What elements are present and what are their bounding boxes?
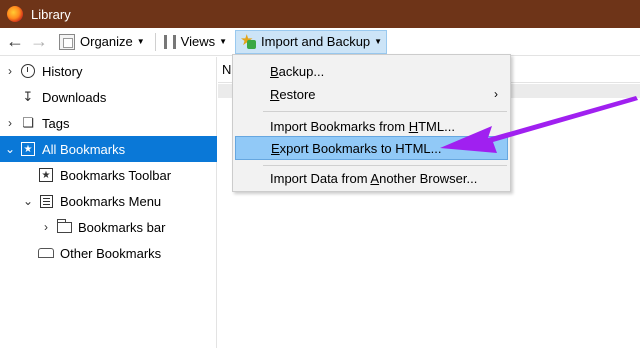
views-button[interactable]: Views ▼ bbox=[160, 30, 231, 54]
clock-icon bbox=[20, 63, 36, 79]
sidebar-item-label: History bbox=[42, 63, 83, 79]
sidebar-item-label: Bookmarks Toolbar bbox=[60, 167, 172, 183]
menu-item-label: Backup... bbox=[270, 63, 325, 79]
organize-button[interactable]: Organize ▼ bbox=[55, 30, 149, 54]
organize-icon bbox=[59, 33, 75, 50]
sidebar-item-bookmarks-menu[interactable]: ⌄ Bookmarks Menu bbox=[0, 188, 217, 214]
menu-item-backup[interactable]: Backup... bbox=[235, 59, 508, 83]
menu-item-export-html[interactable]: Export Bookmarks to HTML... bbox=[235, 136, 508, 160]
caret-down-icon: ▼ bbox=[374, 37, 383, 46]
tag-icon: ❏ bbox=[22, 115, 34, 130]
toolbar: ← → Organize ▼ Views ▼ ★ Import and Back… bbox=[0, 28, 640, 56]
chevron-right-icon[interactable]: › bbox=[4, 116, 16, 130]
import-backup-menu: Backup... Restore › Import Bookmarks fro… bbox=[232, 54, 511, 192]
caret-down-icon: ▼ bbox=[136, 37, 145, 46]
sidebar-item-other-bookmarks[interactable]: Other Bookmarks bbox=[0, 240, 217, 266]
download-icon: ↧ bbox=[22, 89, 34, 104]
sidebar-item-label: Bookmarks bar bbox=[78, 219, 166, 235]
title-bar: Library bbox=[0, 0, 640, 28]
star-icon: ★ bbox=[38, 167, 54, 183]
tray-icon bbox=[38, 245, 54, 261]
menu-item-import-browser[interactable]: Import Data from Another Browser... bbox=[235, 166, 508, 190]
sidebar-item-history[interactable]: › History bbox=[0, 58, 217, 84]
firefox-logo-icon bbox=[7, 6, 23, 22]
arrow-right-icon: → bbox=[30, 31, 48, 51]
folder-icon bbox=[56, 218, 72, 235]
back-button[interactable]: ← bbox=[3, 30, 27, 54]
menu-item-label: Restore bbox=[270, 86, 316, 102]
import-backup-label: Import and Backup bbox=[261, 34, 371, 49]
star-icon: ★ bbox=[20, 141, 36, 157]
sidebar-item-bookmarks-bar[interactable]: › Bookmarks bar bbox=[0, 214, 217, 240]
list-icon bbox=[38, 193, 54, 209]
sidebar-item-label: Bookmarks Menu bbox=[60, 193, 162, 209]
views-icon bbox=[163, 34, 176, 49]
chevron-right-icon: › bbox=[494, 87, 498, 101]
menu-item-label: Import Bookmarks from HTML... bbox=[270, 118, 455, 134]
sidebar-item-label: All Bookmarks bbox=[42, 141, 126, 157]
window-title: Library bbox=[31, 6, 71, 22]
chevron-down-icon[interactable]: ⌄ bbox=[4, 142, 16, 156]
menu-item-label: Export Bookmarks to HTML... bbox=[271, 140, 442, 156]
menu-separator bbox=[263, 111, 507, 112]
arrow-left-icon: ← bbox=[6, 31, 24, 51]
menu-item-import-html[interactable]: Import Bookmarks from HTML... bbox=[235, 114, 508, 138]
column-header-label: N bbox=[222, 62, 232, 77]
import-backup-button[interactable]: ★ Import and Backup ▼ bbox=[235, 29, 388, 54]
sidebar-item-label: Other Bookmarks bbox=[60, 245, 162, 261]
sidebar-item-label: Tags bbox=[42, 115, 70, 131]
sidebar-item-bookmarks-toolbar[interactable]: ★ Bookmarks Toolbar bbox=[0, 162, 217, 188]
forward-button[interactable]: → bbox=[27, 30, 51, 54]
caret-down-icon: ▼ bbox=[219, 37, 228, 46]
sidebar-item-all-bookmarks[interactable]: ⌄ ★ All Bookmarks bbox=[0, 136, 217, 162]
sidebar-item-label: Downloads bbox=[42, 89, 107, 105]
chevron-down-icon[interactable]: ⌄ bbox=[22, 194, 34, 208]
toolbar-separator bbox=[154, 32, 156, 51]
menu-item-label: Import Data from Another Browser... bbox=[270, 170, 478, 186]
sidebar-tree: › History ↧ Downloads › ❏ Tags ⌄ ★ All B… bbox=[0, 57, 217, 348]
sidebar-item-downloads[interactable]: ↧ Downloads bbox=[0, 84, 217, 110]
views-label: Views bbox=[180, 34, 216, 49]
import-star-icon: ★ bbox=[240, 32, 257, 50]
organize-label: Organize bbox=[80, 34, 133, 49]
sidebar-item-tags[interactable]: › ❏ Tags bbox=[0, 110, 217, 136]
chevron-right-icon[interactable]: › bbox=[40, 220, 52, 234]
chevron-right-icon[interactable]: › bbox=[4, 64, 16, 78]
menu-item-restore[interactable]: Restore › bbox=[235, 82, 508, 106]
